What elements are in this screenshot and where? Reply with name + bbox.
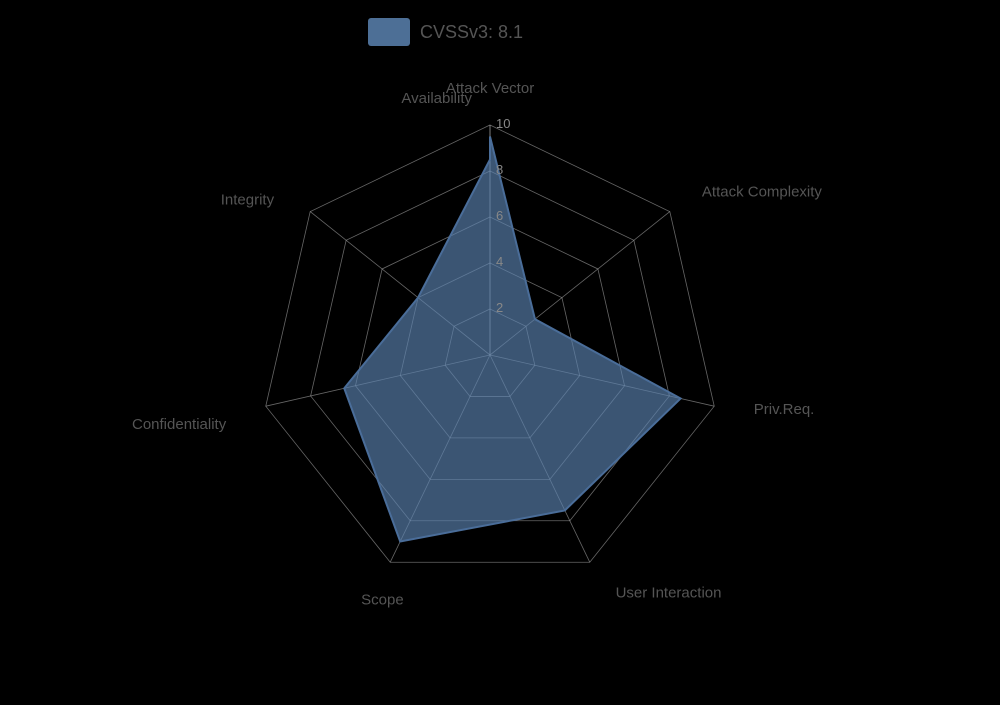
legend-label: CVSSv3: 8.1 <box>420 22 523 42</box>
grid-level-label: 4 <box>496 254 503 269</box>
axis-label: Integrity <box>221 191 275 208</box>
legend-color-box <box>368 18 410 46</box>
axis-label: User Interaction <box>616 584 722 601</box>
grid-level-label: 8 <box>496 162 503 177</box>
grid-level-label: 10 <box>496 116 510 131</box>
axis-label: Priv.Req. <box>754 401 815 418</box>
axis-label: Attack Complexity <box>702 183 823 200</box>
grid-level-label: 6 <box>496 208 503 223</box>
chart-container: CVSSv3: 8.1 Attack VectorAttack Complexi… <box>0 0 1000 700</box>
axis-label: Availability <box>401 90 472 107</box>
data-polygon <box>344 137 680 542</box>
grid-level-label: 2 <box>496 300 503 315</box>
axis-label: Scope <box>361 591 404 608</box>
axis-label: Confidentiality <box>132 416 227 433</box>
